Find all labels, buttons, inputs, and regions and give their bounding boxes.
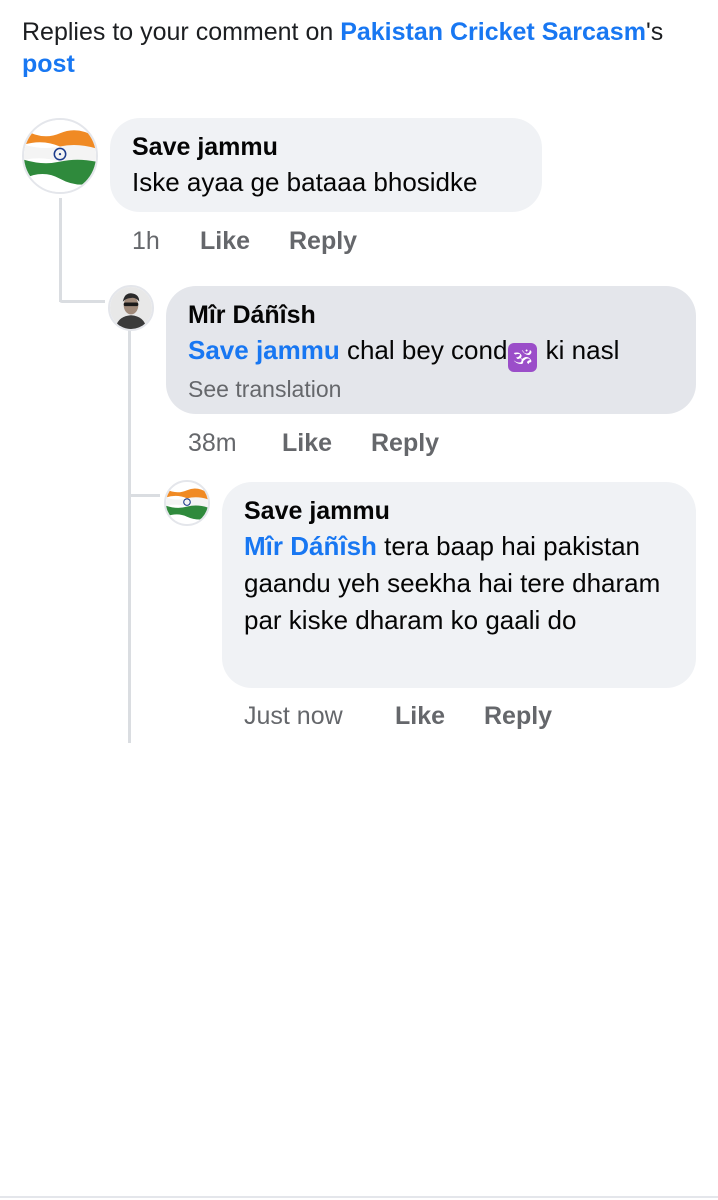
comment-author[interactable]: Save jammu	[132, 130, 520, 164]
like-button[interactable]: Like	[200, 226, 289, 256]
thread-line	[59, 198, 62, 302]
person-photo-avatar[interactable]	[108, 285, 154, 331]
reply-button[interactable]: Reply	[484, 701, 552, 731]
comment-text-part: ki nasl	[538, 335, 620, 365]
see-translation-link[interactable]: See translation	[188, 374, 674, 404]
comment-text-part: chal bey cond	[339, 335, 508, 365]
thread-line	[128, 494, 160, 497]
reply-button[interactable]: Reply	[371, 428, 439, 458]
comment-bubble[interactable]: Save jammu Mîr Dáñîsh tera baap hai paki…	[222, 482, 696, 688]
mention-link[interactable]: Mîr Dáñîsh	[244, 531, 377, 561]
mention-link[interactable]: Save jammu	[188, 335, 340, 365]
comment-actions: 38m Like Reply	[188, 428, 439, 458]
comment-author[interactable]: Mîr Dáñîsh	[188, 298, 674, 332]
comment-bubble[interactable]: Mîr Dáñîsh Save jammu chal bey cond 🕉 ki …	[166, 286, 696, 414]
comment-actions: Just now Like Reply	[244, 701, 552, 731]
thread-line	[128, 330, 131, 496]
notification-thread-screen: Replies to your comment on Pakistan Cric…	[0, 0, 718, 1200]
notification-header: Replies to your comment on Pakistan Cric…	[22, 16, 692, 80]
comment-timestamp: Just now	[244, 702, 343, 730]
india-flag-avatar[interactable]	[164, 480, 210, 526]
india-flag-icon	[166, 482, 208, 524]
comment-text: Iske ayaa ge bataaa bhosidke	[132, 167, 478, 197]
comment-timestamp: 38m	[188, 429, 237, 457]
page-link[interactable]: Pakistan Cricket Sarcasm	[340, 18, 646, 46]
comment-author[interactable]: Save jammu	[244, 494, 674, 528]
post-link[interactable]: post	[22, 50, 75, 78]
header-suffix: 's	[645, 18, 664, 46]
comment-bubble[interactable]: Save jammu Iske ayaa ge bataaa bhosidke	[110, 118, 542, 212]
reply-button[interactable]: Reply	[289, 226, 357, 256]
comment-text: Save jammu chal bey cond 🕉 ki nasl	[188, 335, 620, 372]
thread-line	[59, 300, 105, 303]
comment-text: Mîr Dáñîsh tera baap hai pakistan gaandu…	[244, 531, 660, 635]
thread-line	[128, 497, 131, 743]
comment-timestamp: 1h	[132, 227, 160, 255]
comment-actions: 1h Like Reply	[132, 226, 357, 256]
india-flag-icon	[24, 120, 96, 192]
like-button[interactable]: Like	[395, 701, 484, 731]
header-prefix: Replies to your comment on	[22, 18, 341, 46]
india-flag-avatar[interactable]	[22, 118, 98, 194]
person-photo-icon	[110, 287, 152, 329]
like-button[interactable]: Like	[282, 428, 371, 458]
om-emoji: 🕉	[508, 343, 538, 372]
bottom-divider	[0, 1196, 718, 1198]
